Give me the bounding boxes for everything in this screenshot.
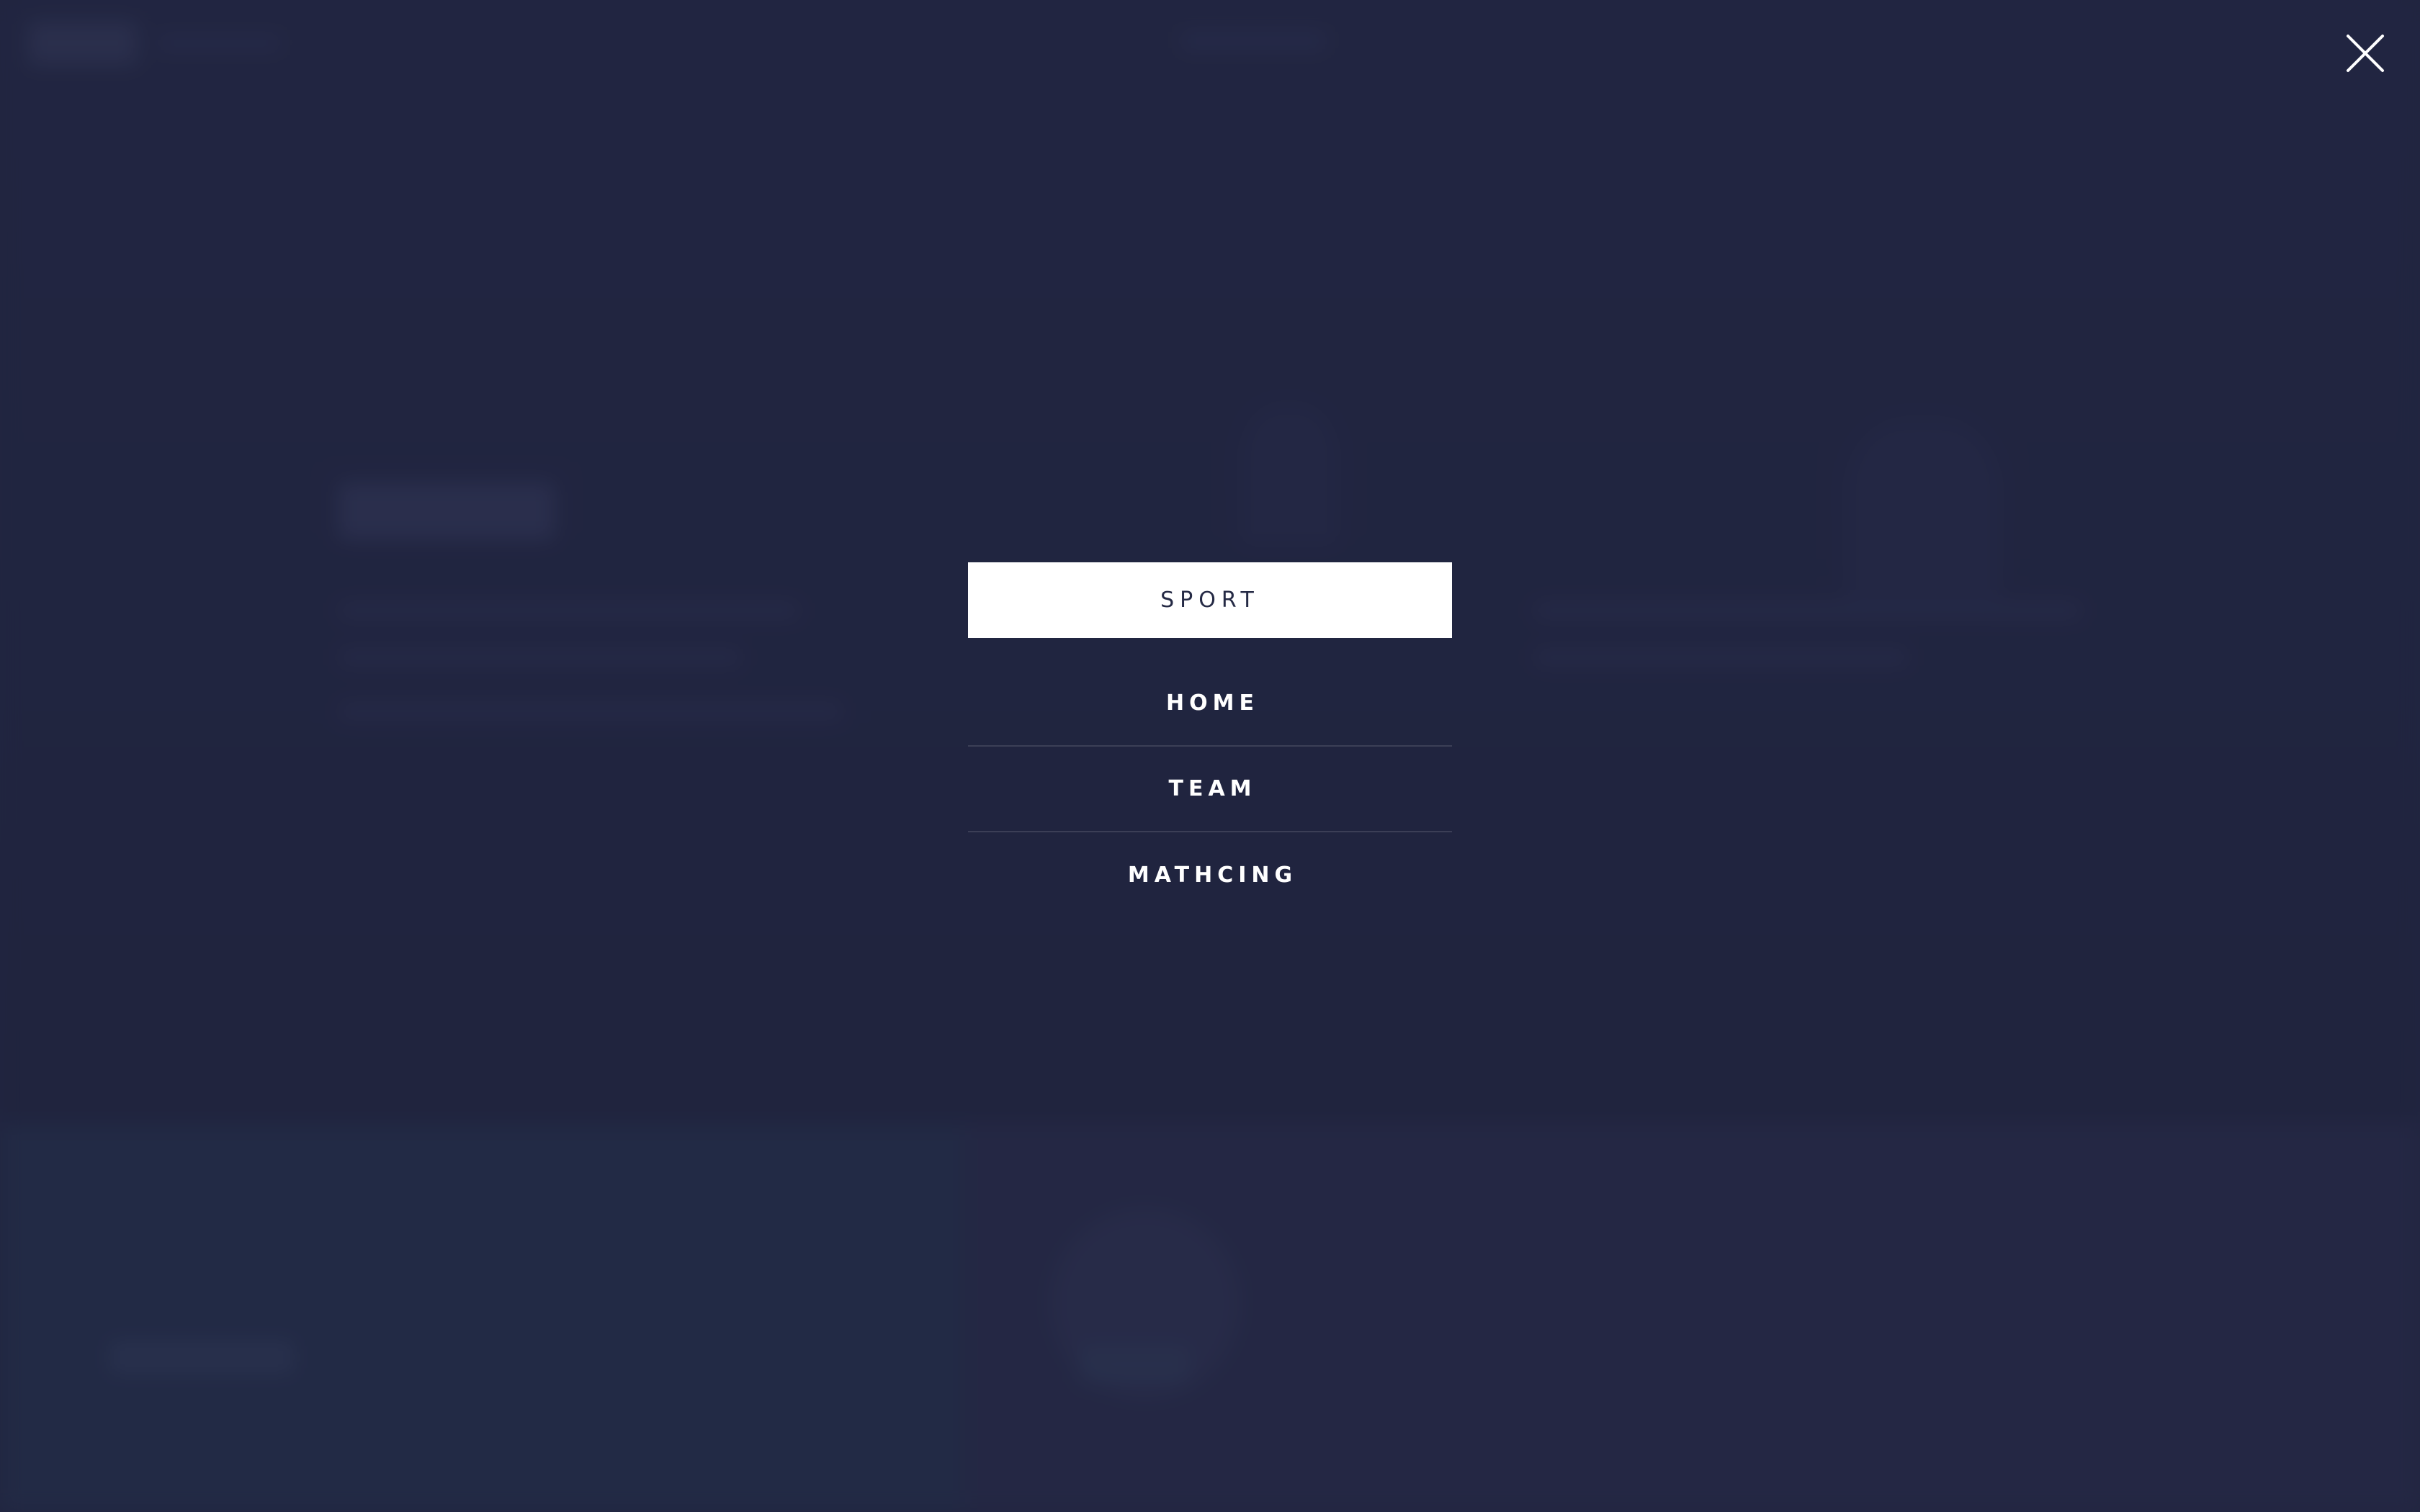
menu-item-team[interactable]: TEAM [968, 747, 1452, 832]
menu-header: SPORT [968, 562, 1452, 638]
menu-item-label: TEAM [1168, 776, 1257, 801]
page: SPORT HOME TEAM MATHCING [0, 0, 2420, 1512]
menu-item-label: HOME [1166, 690, 1259, 716]
close-icon [2347, 35, 2384, 72]
menu-item-matching[interactable]: MATHCING [968, 832, 1452, 918]
menu-item-home[interactable]: HOME [968, 661, 1452, 747]
menu-header-label: SPORT [1160, 588, 1260, 613]
sport-menu: SPORT HOME TEAM MATHCING [968, 562, 1452, 918]
menu-item-label: MATHCING [1127, 863, 1298, 888]
menu-list: HOME TEAM MATHCING [968, 661, 1452, 918]
close-button[interactable] [2345, 33, 2385, 73]
